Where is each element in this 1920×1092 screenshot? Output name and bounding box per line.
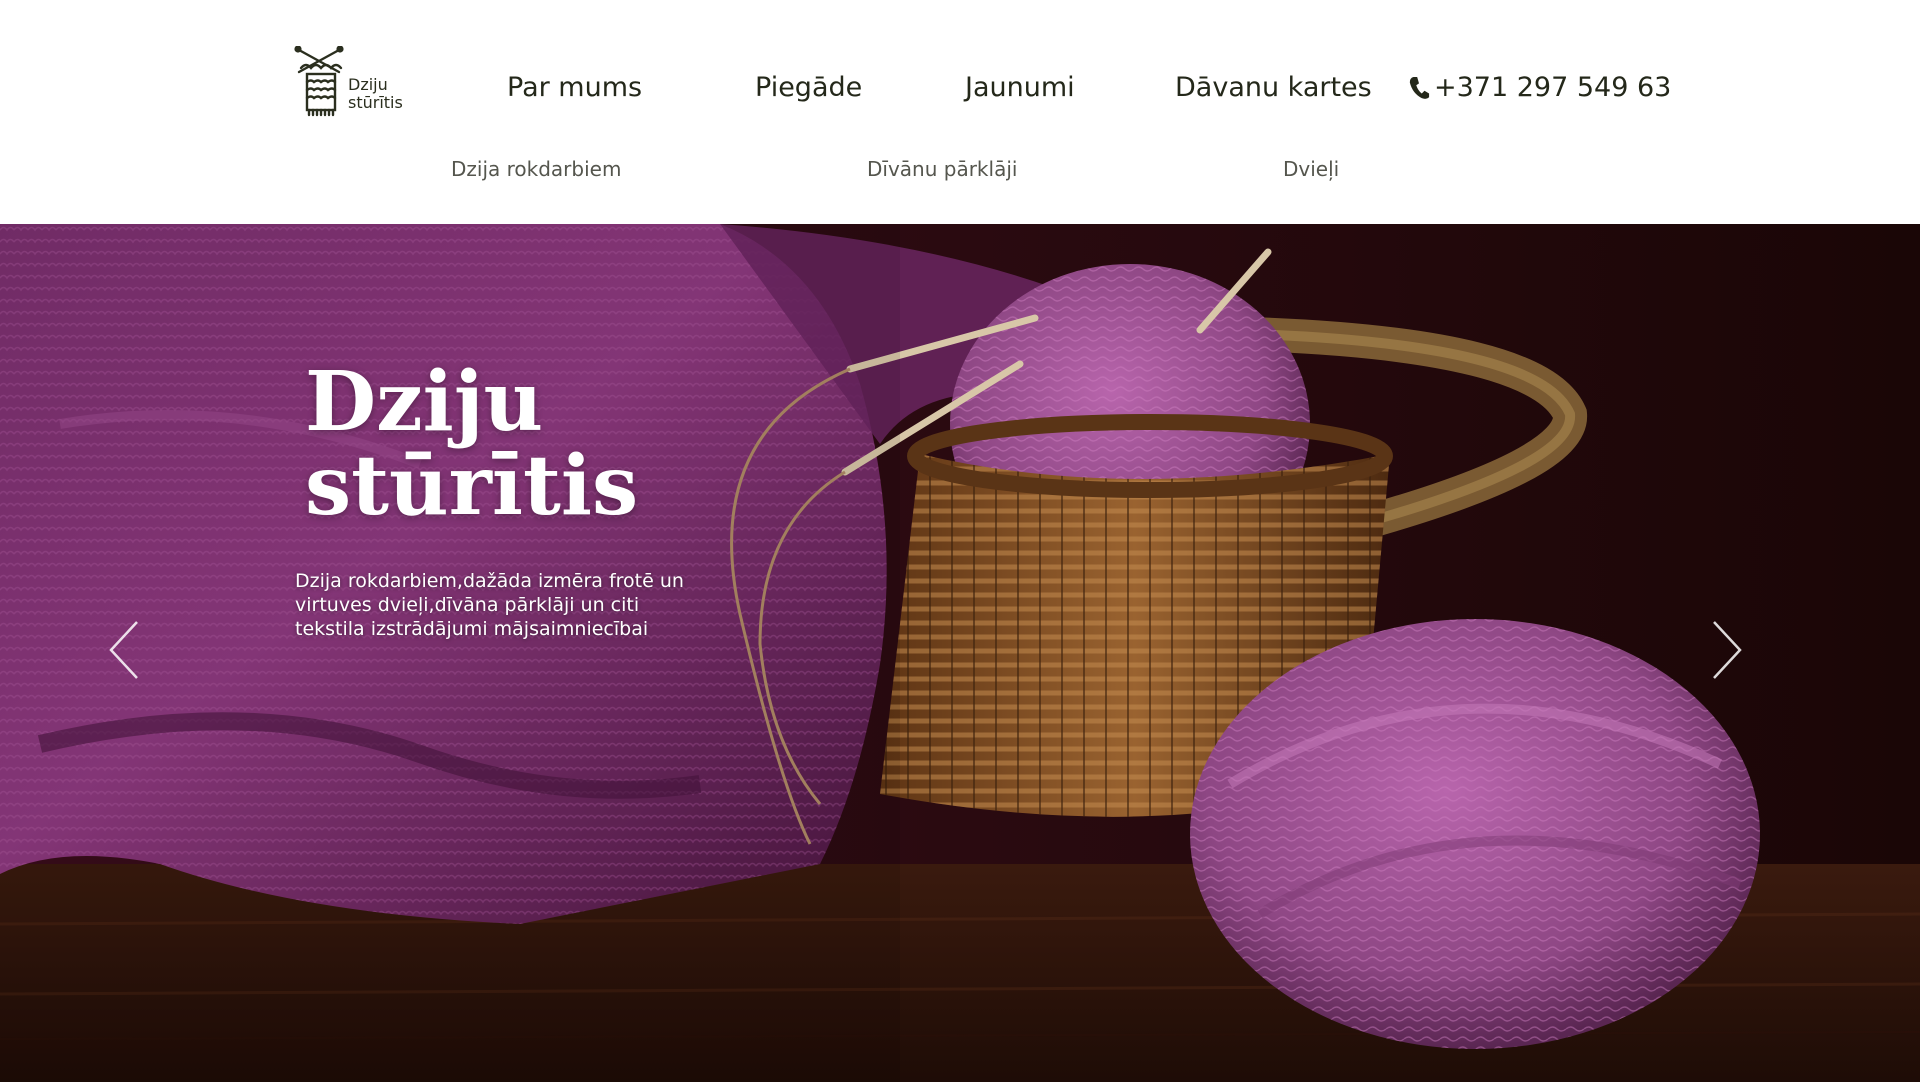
logo-name-line2: stūrītis (348, 93, 403, 112)
phone-icon (1409, 77, 1430, 99)
logo-name-line1: Dziju (348, 75, 388, 94)
subnav-link-dzija-rokdarbiem[interactable]: Dzija rokdarbiem (451, 157, 621, 181)
hero-title-line2: stūrītis (305, 438, 639, 534)
subnav-link-divanu-parklaji[interactable]: Dīvānu pārklāji (867, 157, 1017, 181)
nav-link-piegade[interactable]: Piegāde (755, 72, 862, 104)
slider-prev-button[interactable] (101, 614, 149, 686)
logo-link[interactable]: Dziju stūrītis (293, 46, 405, 118)
site-header: Dziju stūrītis Par mums Piegāde Jaunumi … (0, 0, 1920, 224)
hero-title-line1: Dziju (305, 354, 544, 450)
knitting-logo-icon (294, 46, 344, 117)
subnav-link-dvieli[interactable]: Dvieļi (1283, 157, 1339, 181)
nav-link-par-mums[interactable]: Par mums (507, 72, 642, 104)
chevron-right-icon (1713, 621, 1742, 679)
nav-link-davanu-kartes[interactable]: Dāvanu kartes (1175, 72, 1372, 104)
hero-title: Dziju stūrītis (305, 360, 805, 528)
slider-next-button[interactable] (1702, 614, 1750, 686)
phone-number: +371 297 549 63 (1434, 72, 1672, 103)
chevron-left-icon (109, 621, 138, 679)
logo-text: Dziju stūrītis (348, 76, 403, 112)
page-bottom-strip (0, 1082, 1920, 1092)
hero-description: Dzija rokdarbiem,dažāda izmēra frotē un … (295, 570, 684, 640)
nav-link-jaunumi[interactable]: Jaunumi (965, 72, 1075, 104)
hero-yarn-basket-image (0, 224, 1920, 1082)
phone-link[interactable]: +371 297 549 63 (1408, 72, 1671, 104)
hero-slider: Dziju stūrītis Dzija rokdarbiem,dažāda i… (0, 224, 1920, 1082)
